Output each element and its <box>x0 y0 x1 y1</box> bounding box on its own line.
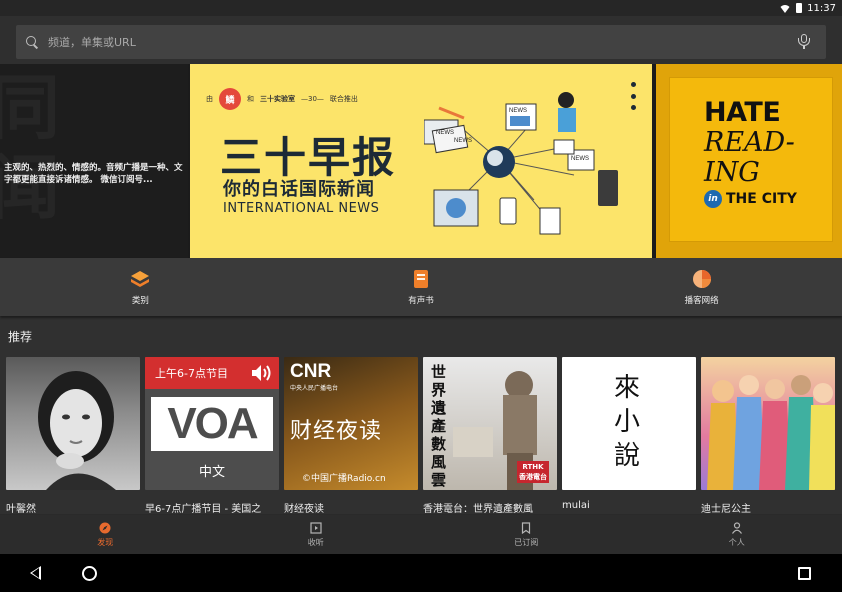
category-row: 类别 有声书 播客网络 <box>0 258 842 316</box>
banner-carousel[interactable]: 同闻 主观的、热烈的、情感的。音频广播是一种、文字都更能直接诉诸情感。 微信订阅… <box>0 64 842 258</box>
profile-icon <box>731 521 742 534</box>
category-item-podcast-networks[interactable]: 播客网络 <box>561 258 842 316</box>
book-line-1: HATE <box>704 97 781 128</box>
news-badge-2: NEWS <box>454 138 472 144</box>
recent-apps-icon[interactable] <box>798 567 811 580</box>
podcast-network-icon <box>692 269 711 288</box>
status-time: 11:37 <box>807 2 836 14</box>
podcast-card[interactable]: 迪士尼公主 <box>701 357 835 517</box>
seal-logo: 鳞 <box>219 88 241 110</box>
section-title: 推荐 <box>8 330 33 344</box>
category-label: 有声书 <box>408 295 434 306</box>
rthk-badge: RTHK 香港電台 <box>517 461 549 483</box>
cnr-subtitle: 中央人民广播电台 <box>290 385 339 392</box>
bottom-navigation: 发现 收听 已订阅 个人 <box>0 514 842 554</box>
book-line-4-text: THE CITY <box>726 191 797 207</box>
cover-vertical-text: 世界遺產數風雲 <box>431 363 447 489</box>
partners-lab: 三十实验室 <box>260 95 295 103</box>
podcast-card[interactable]: 世界遺產數風雲 RTHK 香港電台 香港電台：世界遺產數風 <box>423 357 557 517</box>
podcast-title: 财经夜读 <box>284 504 324 515</box>
podcast-cover: 來小說 <box>562 357 696 490</box>
podcast-title: mulai <box>562 500 590 511</box>
news-badge-3: NEWS <box>509 108 527 114</box>
cnr-logo: CNR <box>290 361 332 382</box>
category-label: 类别 <box>131 295 149 306</box>
category-item-audiobooks[interactable]: 有声书 <box>281 258 562 316</box>
banner-slide-left[interactable]: 同闻 主观的、热烈的、情感的。音频广播是一种、文字都更能直接诉诸情感。 微信订阅… <box>0 64 188 258</box>
banner-slide-right[interactable]: HATE READ- ING in THE CITY <box>656 64 842 258</box>
app-root: 11:37 同闻 主观的、热烈的、情感的。音频广播是一种、文字都更能直接诉诸情感… <box>0 0 842 592</box>
partners-suffix: 联合推出 <box>329 95 358 103</box>
banner-slide-main[interactable]: 由 鳞 和 三十实验室 —30— 联合推出 三十早报 你的白话国际新闻 INTE… <box>190 64 652 258</box>
podcast-card[interactable]: 上午6-7点节目 VOA 中文 早6-7点广播节目 - 美国之 <box>145 357 279 517</box>
volume-icon <box>252 365 271 381</box>
rthk-badge-text: RTHK <box>522 463 544 471</box>
podcast-title: 迪士尼公主 <box>701 504 751 515</box>
back-icon[interactable] <box>30 566 41 580</box>
podcast-cover: CNR 中央人民广播电台 财经夜读 ©中国广播Radio.cn <box>284 357 418 490</box>
cover-name: 财经夜读 <box>290 419 383 444</box>
partners-prefix: 由 <box>206 95 213 103</box>
discover-icon <box>99 522 111 533</box>
category-item-categories[interactable]: 类别 <box>0 258 281 316</box>
news-badge-1: NEWS <box>436 130 454 136</box>
home-icon[interactable] <box>82 566 97 581</box>
rthk-badge-sub: 香港電台 <box>519 473 547 481</box>
podcast-title: 叶馨然 <box>6 504 36 515</box>
partners-tag: —30— <box>301 95 324 103</box>
status-bar: 11:37 <box>0 0 842 16</box>
podcast-card[interactable]: CNR 中央人民广播电台 财经夜读 ©中国广播Radio.cn 财经夜读 <box>284 357 418 517</box>
partners-joiner: 和 <box>247 95 254 103</box>
banner-partners: 由 鳞 和 三十实验室 —30— 联合推出 <box>206 88 358 110</box>
in-badge: in <box>704 190 722 208</box>
podcast-title: 香港電台：世界遺產數風 <box>423 504 533 515</box>
news-badge-4: NEWS <box>571 156 589 162</box>
tab-label: 发现 <box>97 537 114 547</box>
tab-discover[interactable]: 发现 <box>0 515 211 554</box>
podcast-cover <box>6 357 140 490</box>
tab-subscribed[interactable]: 已订阅 <box>421 515 632 554</box>
mic-icon[interactable] <box>798 34 810 50</box>
banner-left-text: 主观的、热烈的、情感的。音频广播是一种、文字都更能直接诉诸情感。 微信订阅号..… <box>4 163 183 185</box>
tab-label: 收听 <box>307 537 324 547</box>
battery-icon <box>796 3 803 13</box>
tab-listen[interactable]: 收听 <box>211 515 422 554</box>
tab-label: 已订阅 <box>514 537 539 547</box>
listen-icon <box>310 521 322 534</box>
search-input[interactable] <box>48 35 798 49</box>
tab-label: 个人 <box>728 537 745 547</box>
banner-english: INTERNATIONAL NEWS <box>223 201 380 216</box>
podcast-cover: 上午6-7点节目 VOA 中文 <box>145 357 279 490</box>
news-illustration: NEWS NEWS NEWS NEWS <box>424 92 618 235</box>
decorative-glyph: 同闻 <box>0 66 60 229</box>
wifi-icon <box>779 5 792 13</box>
cover-footer: ©中国广播Radio.cn <box>302 474 386 484</box>
podcast-card[interactable]: 叶馨然 <box>6 357 140 517</box>
book-cover: HATE READ- ING in THE CITY <box>670 78 832 241</box>
layers-icon <box>131 270 150 287</box>
tab-profile[interactable]: 个人 <box>632 515 842 554</box>
category-label: 播客网络 <box>684 295 719 306</box>
recommended-list: 叶馨然 上午6-7点节目 VOA 中文 早6-7点广播节目 - 美国之 CNR … <box>6 357 842 517</box>
search-area <box>0 16 842 64</box>
book-line-3: ING <box>704 157 760 188</box>
podcast-cover <box>701 357 835 490</box>
audiobook-icon <box>414 269 428 288</box>
banner-subtitle: 你的白话国际新闻 <box>223 179 375 200</box>
subscribed-icon <box>522 521 531 534</box>
cover-vertical-text: 來小說 <box>614 373 641 471</box>
book-line-4: in THE CITY <box>704 190 832 208</box>
podcast-cover: 世界遺產數風雲 RTHK 香港電台 <box>423 357 557 490</box>
podcast-card[interactable]: 來小說 mulai <box>562 357 696 517</box>
voa-logo: VOA <box>151 397 273 451</box>
search-icon <box>26 36 38 48</box>
system-navigation-bar <box>0 554 842 592</box>
search-bar[interactable] <box>16 25 826 59</box>
podcast-title: 早6-7点广播节目 - 美国之 <box>145 504 262 515</box>
book-line-2: READ- <box>704 127 795 158</box>
cover-bottom-text: 中文 <box>198 465 225 480</box>
cover-top-text: 上午6-7点节目 <box>155 367 228 380</box>
